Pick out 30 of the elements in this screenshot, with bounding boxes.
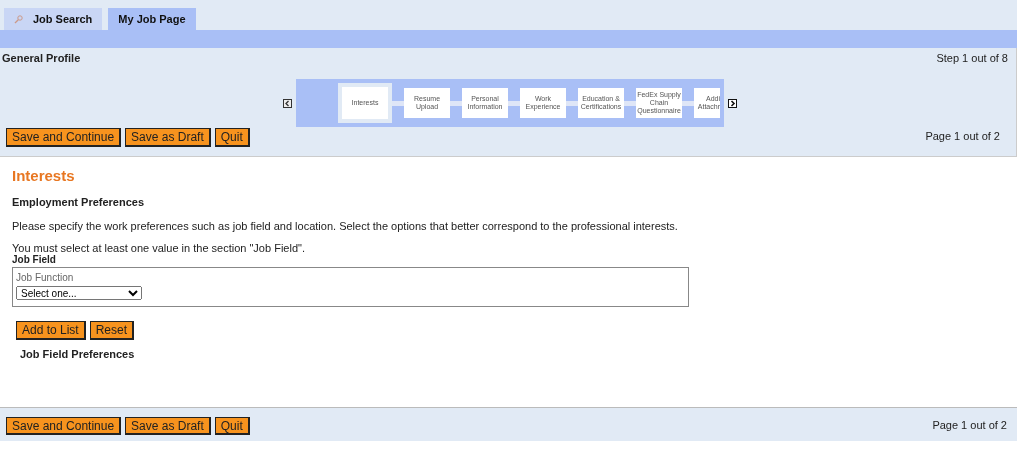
list-button[interactable]: Add to List [16, 321, 86, 340]
field-label: Job Function [16, 272, 75, 283]
step-connector [624, 100, 636, 106]
previous-arrow-icon[interactable] [283, 98, 292, 108]
action-button[interactable]: Save and Continue [6, 417, 122, 435]
notice-text: You must select at least one value in the section "Job Field". [12, 242, 306, 254]
page-counter: Page 1 out of 2 [932, 418, 1007, 433]
step-connector [392, 100, 404, 106]
list-heading: Job Field Preferences [20, 348, 136, 360]
instructions-text: Please specify the work preferences such as job field and location. Select the options that better correspond to the professional interests. [12, 220, 679, 232]
page-counter: Page 1 out of 2 [925, 129, 1000, 142]
step-counter: Step 1 out of 8 [936, 52, 1008, 66]
list-button[interactable]: Reset [89, 321, 135, 340]
job-function-dropdown[interactable]: Select one... [16, 286, 142, 300]
action-button[interactable]: Save as Draft [125, 417, 211, 435]
step-connector [508, 100, 520, 106]
action-button[interactable]: Save and Continue [6, 128, 122, 147]
page-heading: Interests [12, 167, 76, 184]
group-label: Job Field [12, 254, 57, 265]
next-arrow-icon[interactable] [728, 98, 737, 108]
tab[interactable]: My Job Page [108, 8, 196, 30]
step-connector [450, 100, 462, 106]
action-button[interactable]: Quit [214, 417, 250, 435]
section-heading: Employment Preferences [12, 196, 146, 208]
step-connector [682, 100, 694, 106]
section-title: General Profile [2, 52, 81, 66]
action-button[interactable]: Quit [214, 128, 250, 147]
action-button[interactable]: Save as Draft [125, 128, 211, 147]
step-connector [566, 100, 578, 106]
tab[interactable]: Job Search [4, 8, 103, 30]
